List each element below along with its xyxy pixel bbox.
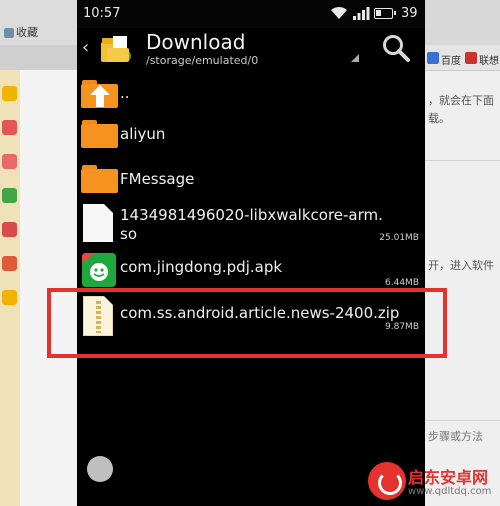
back-icon[interactable]: ‹ [82, 37, 96, 59]
file-size: 25.01MB [379, 233, 419, 243]
file-manager-screen: 10:57 39 ‹ Download /storage/emulated/0 … [77, 0, 425, 506]
watermark-url: www.qdltdq.com [408, 486, 492, 497]
favorites-tab-label[interactable]: 收藏 [16, 24, 38, 40]
search-icon[interactable] [381, 33, 411, 63]
sidebar-app-icon[interactable] [2, 188, 17, 203]
battery-level [376, 10, 382, 16]
browser-tabbar [0, 45, 77, 70]
browser-toolbar-right [425, 0, 500, 45]
battery-percent: 39 [401, 6, 418, 21]
list-item-parent[interactable]: .. [77, 76, 425, 112]
apk-icon [82, 253, 116, 287]
file-name: aliyun [120, 125, 166, 143]
list-item[interactable]: aliyun [77, 116, 425, 154]
folder-up-icon [81, 80, 118, 108]
file-name: com.jingdong.pdj.apk [120, 258, 283, 276]
file-name-continued: so [120, 225, 137, 243]
document-icon [83, 204, 113, 242]
article-text: ，就会在下面 [428, 94, 494, 107]
divider [425, 420, 500, 421]
signal-icon [353, 7, 370, 20]
file-size: 6.44MB [385, 278, 419, 288]
sidebar-app-icon[interactable] [2, 256, 17, 271]
bookmark-baidu[interactable]: 百度 [441, 52, 461, 67]
status-bar: 10:57 39 [77, 0, 425, 28]
folder-path: /storage/emulated/0 [146, 54, 259, 67]
article-text: 步骤或方法 [428, 430, 483, 443]
wifi-icon [331, 6, 347, 19]
path-dropdown-icon[interactable] [351, 54, 359, 62]
battery-icon [374, 8, 396, 19]
sidebar-app-icon[interactable] [2, 120, 17, 135]
browser-sidebar [0, 70, 20, 506]
baidu-icon [427, 52, 439, 64]
file-name: FMessage [120, 170, 195, 188]
folder-icon [81, 120, 118, 148]
watermark-title: 启东安卓网 [408, 468, 489, 487]
screenshot-stage: 收藏 百度 联想 ，就会在下面 载。 开，进入软件 步骤或方法 10:57 39… [0, 0, 500, 506]
favorites-icon [4, 28, 14, 38]
list-item[interactable]: FMessage [77, 162, 425, 200]
highlight-box [47, 288, 447, 358]
list-item[interactable]: 1434981496020-libxwalkcore-arm. so 25.01… [77, 202, 425, 248]
file-name: .. [120, 84, 130, 102]
folder-icon [81, 165, 118, 193]
list-item[interactable]: com.jingdong.pdj.apk 6.44MB [77, 252, 425, 292]
article-text: 载。 [428, 112, 450, 125]
background-browser-left: 收藏 [0, 0, 77, 506]
folder-title: Download [146, 30, 246, 54]
sidebar-app-icon[interactable] [2, 154, 17, 169]
app-folder-icon[interactable] [99, 34, 133, 64]
background-browser-right: 百度 联想 ，就会在下面 载。 开，进入软件 步骤或方法 [425, 0, 500, 506]
sidebar-app-icon[interactable] [2, 222, 17, 237]
bookmark-lenovo[interactable]: 联想 [479, 52, 499, 67]
sidebar-app-icon[interactable] [2, 290, 17, 305]
article-text: 开，进入软件 [428, 259, 494, 272]
watermark-logo-icon [368, 462, 406, 500]
lenovo-icon [465, 52, 477, 64]
status-time: 10:57 [83, 6, 121, 21]
file-name: 1434981496020-libxwalkcore-arm. [120, 206, 383, 224]
sidebar-app-icon[interactable] [2, 86, 17, 101]
floating-button[interactable] [87, 456, 113, 482]
action-bar: ‹ Download /storage/emulated/0 [77, 28, 425, 72]
watermark: 启东安卓网 www.qdltdq.com [368, 446, 500, 506]
divider [425, 160, 500, 161]
